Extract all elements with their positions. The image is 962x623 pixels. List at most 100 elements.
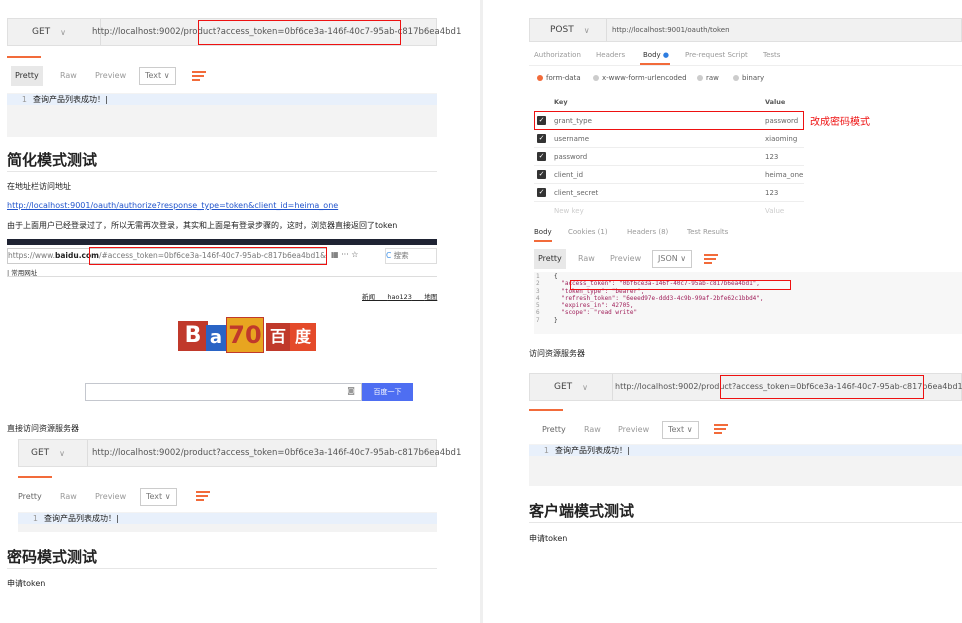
tab-tests[interactable]: Tests <box>763 51 780 59</box>
new-key-input[interactable]: New key <box>554 207 584 215</box>
baidu-search-input[interactable]: ◙ <box>85 383 362 401</box>
nav-link-map[interactable]: 地图 <box>424 293 437 301</box>
radio-label: form-data <box>546 74 581 82</box>
tab-body-label: Body <box>643 51 661 59</box>
tab-cookies[interactable]: Cookies (1) <box>568 228 608 236</box>
url-text[interactable]: http://localhost:9001/oauth/token <box>612 19 730 41</box>
method-select[interactable]: POST ∨ <box>530 19 607 41</box>
radio-raw[interactable]: raw <box>697 74 719 82</box>
tab-authorization[interactable]: Authorization <box>534 51 581 59</box>
method-label: GET <box>31 448 50 458</box>
method-select[interactable]: GET ∨ <box>530 374 613 400</box>
response-body: 1 查询产品列表成功！| <box>7 93 437 137</box>
camera-icon[interactable]: ◙ <box>347 386 355 395</box>
format-select[interactable]: JSON ∨ <box>652 250 693 268</box>
paragraph: 由于上面用户已经登录过了，所以无需再次登录，其实和上面是有登录步骤的，这时，浏览… <box>7 221 398 230</box>
wrap-lines-icon[interactable] <box>714 423 728 436</box>
row-value[interactable]: heima_one <box>765 171 803 179</box>
row-key[interactable]: client_secret <box>554 189 598 197</box>
radio-form-data[interactable]: form-data <box>537 74 581 82</box>
wrap-lines-icon[interactable] <box>196 490 210 503</box>
radio-binary[interactable]: binary <box>733 74 764 82</box>
radio-urlencoded[interactable]: x-www-form-urlencoded <box>593 74 687 82</box>
baidu-search-button[interactable]: 百度一下 <box>362 383 413 401</box>
tab-pretty[interactable]: Pretty <box>542 420 566 440</box>
tab-pretty[interactable]: Pretty <box>11 66 43 86</box>
table-row-new[interactable]: New key Value <box>534 202 804 219</box>
star-icon[interactable]: ☆ <box>351 250 358 259</box>
request-url-bar[interactable]: GET ∨ http://localhost:9002/product?acce… <box>18 439 461 467</box>
wrap-lines-icon[interactable] <box>192 70 206 83</box>
chevron-down-icon: ∨ <box>680 254 687 263</box>
row-key[interactable]: client_id <box>554 171 583 179</box>
response-body: 1 查询产品列表成功！| <box>529 444 962 486</box>
nav-link-hao123[interactable]: hao123 <box>387 293 412 301</box>
grid-icon[interactable]: ▦ <box>331 250 339 259</box>
row-value[interactable]: 123 <box>765 153 778 161</box>
tab-raw[interactable]: Raw <box>60 66 77 86</box>
row-value[interactable]: xiaoming <box>765 135 797 143</box>
wrap-lines-icon[interactable] <box>704 253 718 266</box>
tab-raw[interactable]: Raw <box>578 249 595 269</box>
row-key[interactable]: password <box>554 153 587 161</box>
checkbox-icon[interactable]: ✓ <box>537 152 546 161</box>
tab-preview[interactable]: Preview <box>610 249 641 269</box>
tab-pre-request-script[interactable]: Pre-request Script <box>685 51 748 59</box>
format-label: Text <box>146 492 163 501</box>
active-tab-indicator <box>534 240 552 242</box>
tab-preview[interactable]: Preview <box>95 66 126 86</box>
method-select[interactable]: GET ∨ <box>8 19 101 45</box>
browser-search-box[interactable]: C 搜索 <box>385 248 437 264</box>
chevron-down-icon: ∨ <box>164 492 171 501</box>
table-row[interactable]: ✓ password 123 <box>534 148 804 166</box>
new-value-input[interactable]: Value <box>765 207 784 215</box>
json-line: "refresh_token": "6eeed97e-ddd3-4c9b-99a… <box>554 294 764 302</box>
line-number: 6 <box>536 309 540 317</box>
paragraph: 申请token <box>7 579 46 588</box>
row-key[interactable]: username <box>554 135 589 143</box>
radio-label: binary <box>742 74 765 82</box>
tab-body[interactable]: Body ● <box>643 51 669 59</box>
checkbox-icon[interactable]: ✓ <box>537 170 546 179</box>
method-select[interactable]: GET ∨ <box>19 440 88 466</box>
code-line: 1 查询产品列表成功！| <box>529 445 962 456</box>
request-url-bar[interactable]: POST ∨ http://localhost:9001/oauth/token <box>529 18 962 42</box>
url-text[interactable]: http://localhost:9002/product?access_tok… <box>92 440 461 466</box>
highlight-box <box>720 375 924 399</box>
tab-preview[interactable]: Preview <box>618 420 649 440</box>
authorize-link[interactable]: http://localhost:9001/oauth/authorize?re… <box>7 201 338 210</box>
tab-headers[interactable]: Headers <box>596 51 625 59</box>
format-select[interactable]: Text ∨ <box>140 488 177 506</box>
heading-rule <box>7 568 437 569</box>
browser-action-icons[interactable]: ▦ ··· ☆ <box>331 250 358 259</box>
checkbox-icon[interactable]: ✓ <box>537 134 546 143</box>
checkbox-icon[interactable]: ✓ <box>537 188 546 197</box>
column-divider <box>480 0 483 623</box>
tab-pretty[interactable]: Pretty <box>18 487 42 507</box>
tab-headers[interactable]: Headers (8) <box>627 228 668 236</box>
line-text: 查询产品列表成功！| <box>44 514 119 523</box>
table-row[interactable]: ✓ username xiaoming <box>534 130 804 148</box>
tab-preview[interactable]: Preview <box>95 487 126 507</box>
chevron-down-icon: ∨ <box>582 382 589 392</box>
more-icon[interactable]: ··· <box>341 250 349 259</box>
nav-link-news[interactable]: 新闻 <box>362 293 375 301</box>
tab-pretty[interactable]: Pretty <box>534 249 566 269</box>
tab-raw[interactable]: Raw <box>60 487 77 507</box>
row-value[interactable]: 123 <box>765 189 778 197</box>
tab-body[interactable]: Body <box>534 228 552 236</box>
json-line: { <box>554 273 558 280</box>
table-row[interactable]: ✓ client_id heima_one <box>534 166 804 184</box>
chevron-down-icon: ∨ <box>583 25 590 35</box>
paragraph: 申请token <box>529 534 568 543</box>
tab-raw[interactable]: Raw <box>584 420 601 440</box>
highlight-box <box>534 111 804 130</box>
format-select[interactable]: Text ∨ <box>662 421 699 439</box>
baidu-nav: 新闻 hao123 地图 <box>362 291 437 301</box>
format-select[interactable]: Text ∨ <box>139 67 176 85</box>
highlight-box <box>198 20 401 45</box>
tab-test-results[interactable]: Test Results <box>687 228 728 236</box>
line-number: 7 <box>536 316 540 324</box>
radio-label: raw <box>706 74 719 82</box>
table-row[interactable]: ✓ client_secret 123 <box>534 184 804 202</box>
